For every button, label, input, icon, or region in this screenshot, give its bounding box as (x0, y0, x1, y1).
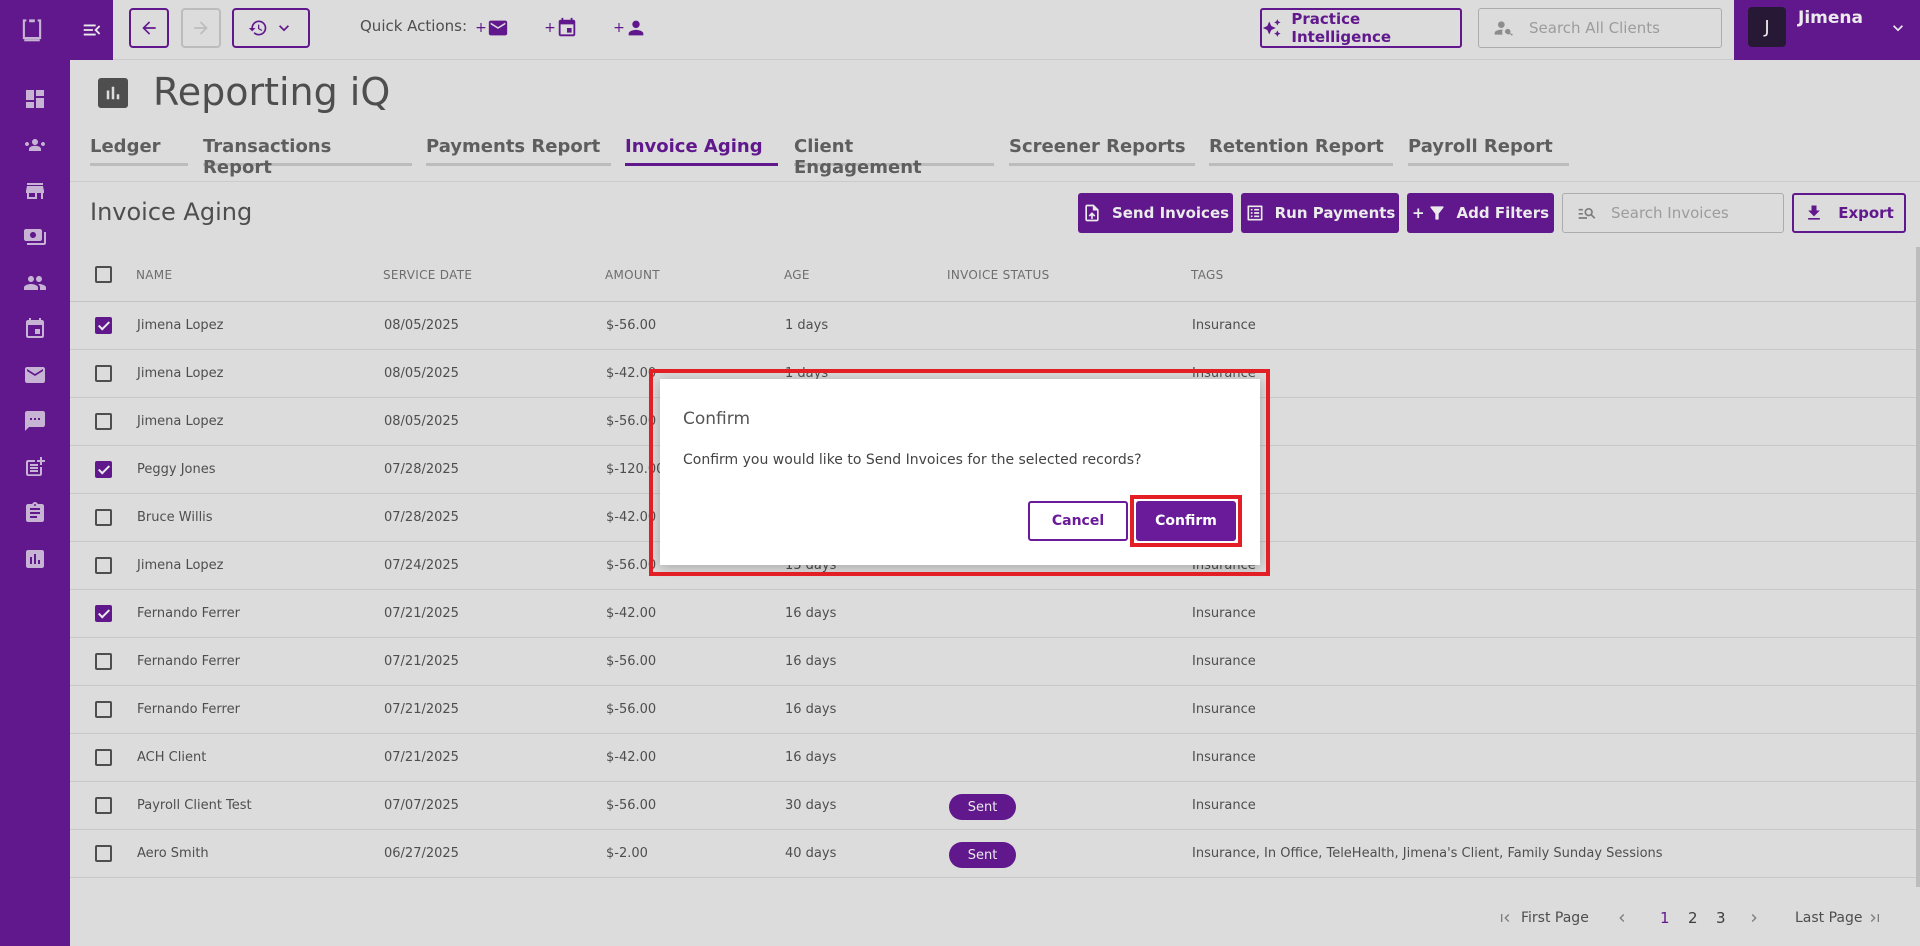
confirm-dialog: Confirm Confirm you would like to Send I… (660, 379, 1260, 565)
dialog-message: Confirm you would like to Send Invoices … (683, 452, 1142, 468)
cancel-button[interactable]: Cancel (1028, 501, 1128, 541)
confirm-button[interactable]: Confirm (1136, 501, 1236, 541)
dialog-title: Confirm (683, 409, 751, 429)
